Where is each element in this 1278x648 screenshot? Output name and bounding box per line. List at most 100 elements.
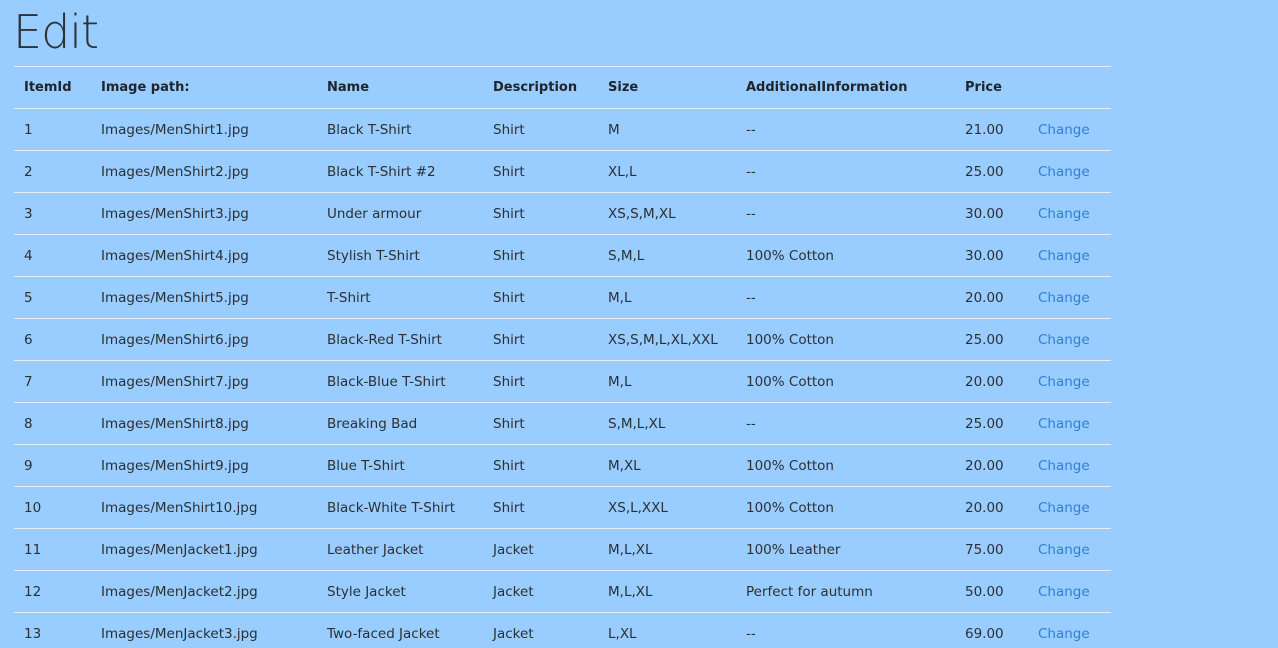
cell-description: Shirt: [483, 360, 598, 403]
table-row: 5 Images/MenShirt5.jpg T-Shirt Shirt M,L -- 20…: [14, 276, 1111, 319]
cell-itemid: 8: [14, 402, 91, 445]
cell-image-path: Images/MenShirt7.jpg: [91, 360, 317, 403]
cell-price: 25.00: [955, 150, 1028, 193]
change-link[interactable]: Change: [1038, 584, 1090, 600]
cell-actions: Change: [1028, 444, 1111, 487]
column-header-name: Name: [317, 66, 483, 109]
cell-size: XL,L: [598, 150, 736, 193]
cell-price: 25.00: [955, 318, 1028, 361]
cell-additional-information: 100% Cotton: [736, 234, 955, 277]
cell-additional-information: --: [736, 150, 955, 193]
column-header-price: Price: [955, 66, 1028, 109]
cell-name: Under armour: [317, 192, 483, 235]
cell-price: 20.00: [955, 276, 1028, 319]
cell-itemid: 7: [14, 360, 91, 403]
column-header-description: Description: [483, 66, 598, 109]
cell-actions: Change: [1028, 402, 1111, 445]
column-header-actions: [1028, 66, 1111, 109]
column-header-size: Size: [598, 66, 736, 109]
cell-size: M,L,XL: [598, 570, 736, 613]
change-link[interactable]: Change: [1038, 290, 1090, 306]
table-row: 8 Images/MenShirt8.jpg Breaking Bad Shirt S,…: [14, 402, 1111, 445]
cell-name: Black T-Shirt: [317, 108, 483, 151]
cell-actions: Change: [1028, 234, 1111, 277]
cell-size: M,XL: [598, 444, 736, 487]
cell-actions: Change: [1028, 150, 1111, 193]
cell-additional-information: --: [736, 402, 955, 445]
column-header-itemid: ItemId: [14, 66, 91, 109]
change-link[interactable]: Change: [1038, 542, 1090, 558]
cell-additional-information: --: [736, 612, 955, 648]
cell-image-path: Images/MenJacket1.jpg: [91, 528, 317, 571]
cell-itemid: 1: [14, 108, 91, 151]
cell-name: Black-White T-Shirt: [317, 486, 483, 529]
change-link[interactable]: Change: [1038, 248, 1090, 264]
cell-price: 20.00: [955, 360, 1028, 403]
cell-description: Jacket: [483, 528, 598, 571]
change-link[interactable]: Change: [1038, 416, 1090, 432]
table-row: 2 Images/MenShirt2.jpg Black T-Shirt #2 Shi…: [14, 150, 1111, 193]
cell-name: Blue T-Shirt: [317, 444, 483, 487]
cell-description: Shirt: [483, 192, 598, 235]
cell-name: T-Shirt: [317, 276, 483, 319]
cell-name: Two-faced Jacket: [317, 612, 483, 648]
cell-description: Shirt: [483, 444, 598, 487]
cell-image-path: Images/MenJacket3.jpg: [91, 612, 317, 648]
cell-itemid: 13: [14, 612, 91, 648]
cell-image-path: Images/MenShirt3.jpg: [91, 192, 317, 235]
cell-description: Shirt: [483, 150, 598, 193]
cell-actions: Change: [1028, 486, 1111, 529]
table-header-row: ItemId Image path: Name Description Size…: [14, 66, 1111, 109]
cell-image-path: Images/MenShirt4.jpg: [91, 234, 317, 277]
cell-size: L,XL: [598, 612, 736, 648]
cell-actions: Change: [1028, 570, 1111, 613]
cell-additional-information: Perfect for autumn: [736, 570, 955, 613]
cell-itemid: 4: [14, 234, 91, 277]
cell-image-path: Images/MenShirt1.jpg: [91, 108, 317, 151]
page: Edit ItemId Image path: Name Description…: [0, 0, 1278, 648]
cell-image-path: Images/MenShirt9.jpg: [91, 444, 317, 487]
cell-size: M,L: [598, 276, 736, 319]
cell-itemid: 2: [14, 150, 91, 193]
cell-actions: Change: [1028, 192, 1111, 235]
cell-additional-information: 100% Cotton: [736, 360, 955, 403]
change-link[interactable]: Change: [1038, 206, 1090, 222]
cell-itemid: 10: [14, 486, 91, 529]
change-link[interactable]: Change: [1038, 122, 1090, 138]
cell-size: S,M,L,XL: [598, 402, 736, 445]
cell-description: Shirt: [483, 318, 598, 361]
cell-size: XS,S,M,XL: [598, 192, 736, 235]
cell-actions: Change: [1028, 318, 1111, 361]
change-link[interactable]: Change: [1038, 626, 1090, 642]
cell-description: Jacket: [483, 612, 598, 648]
cell-image-path: Images/MenJacket2.jpg: [91, 570, 317, 613]
cell-price: 75.00: [955, 528, 1028, 571]
cell-additional-information: --: [736, 192, 955, 235]
cell-itemid: 11: [14, 528, 91, 571]
cell-price: 20.00: [955, 486, 1028, 529]
change-link[interactable]: Change: [1038, 374, 1090, 390]
cell-size: M,L: [598, 360, 736, 403]
cell-additional-information: --: [736, 108, 955, 151]
cell-actions: Change: [1028, 528, 1111, 571]
cell-price: 30.00: [955, 192, 1028, 235]
cell-price: 50.00: [955, 570, 1028, 613]
table-row: 10 Images/MenShirt10.jpg Black-White T-Shi…: [14, 486, 1111, 529]
cell-itemid: 5: [14, 276, 91, 319]
change-link[interactable]: Change: [1038, 164, 1090, 180]
change-link[interactable]: Change: [1038, 500, 1090, 516]
cell-description: Shirt: [483, 402, 598, 445]
cell-name: Breaking Bad: [317, 402, 483, 445]
cell-name: Leather Jacket: [317, 528, 483, 571]
cell-size: M: [598, 108, 736, 151]
cell-description: Shirt: [483, 108, 598, 151]
column-header-additional-information: AdditionalInformation: [736, 66, 955, 109]
cell-additional-information: 100% Cotton: [736, 444, 955, 487]
cell-image-path: Images/MenShirt2.jpg: [91, 150, 317, 193]
change-link[interactable]: Change: [1038, 458, 1090, 474]
change-link[interactable]: Change: [1038, 332, 1090, 348]
cell-additional-information: --: [736, 276, 955, 319]
cell-image-path: Images/MenShirt5.jpg: [91, 276, 317, 319]
cell-price: 30.00: [955, 234, 1028, 277]
cell-actions: Change: [1028, 612, 1111, 648]
